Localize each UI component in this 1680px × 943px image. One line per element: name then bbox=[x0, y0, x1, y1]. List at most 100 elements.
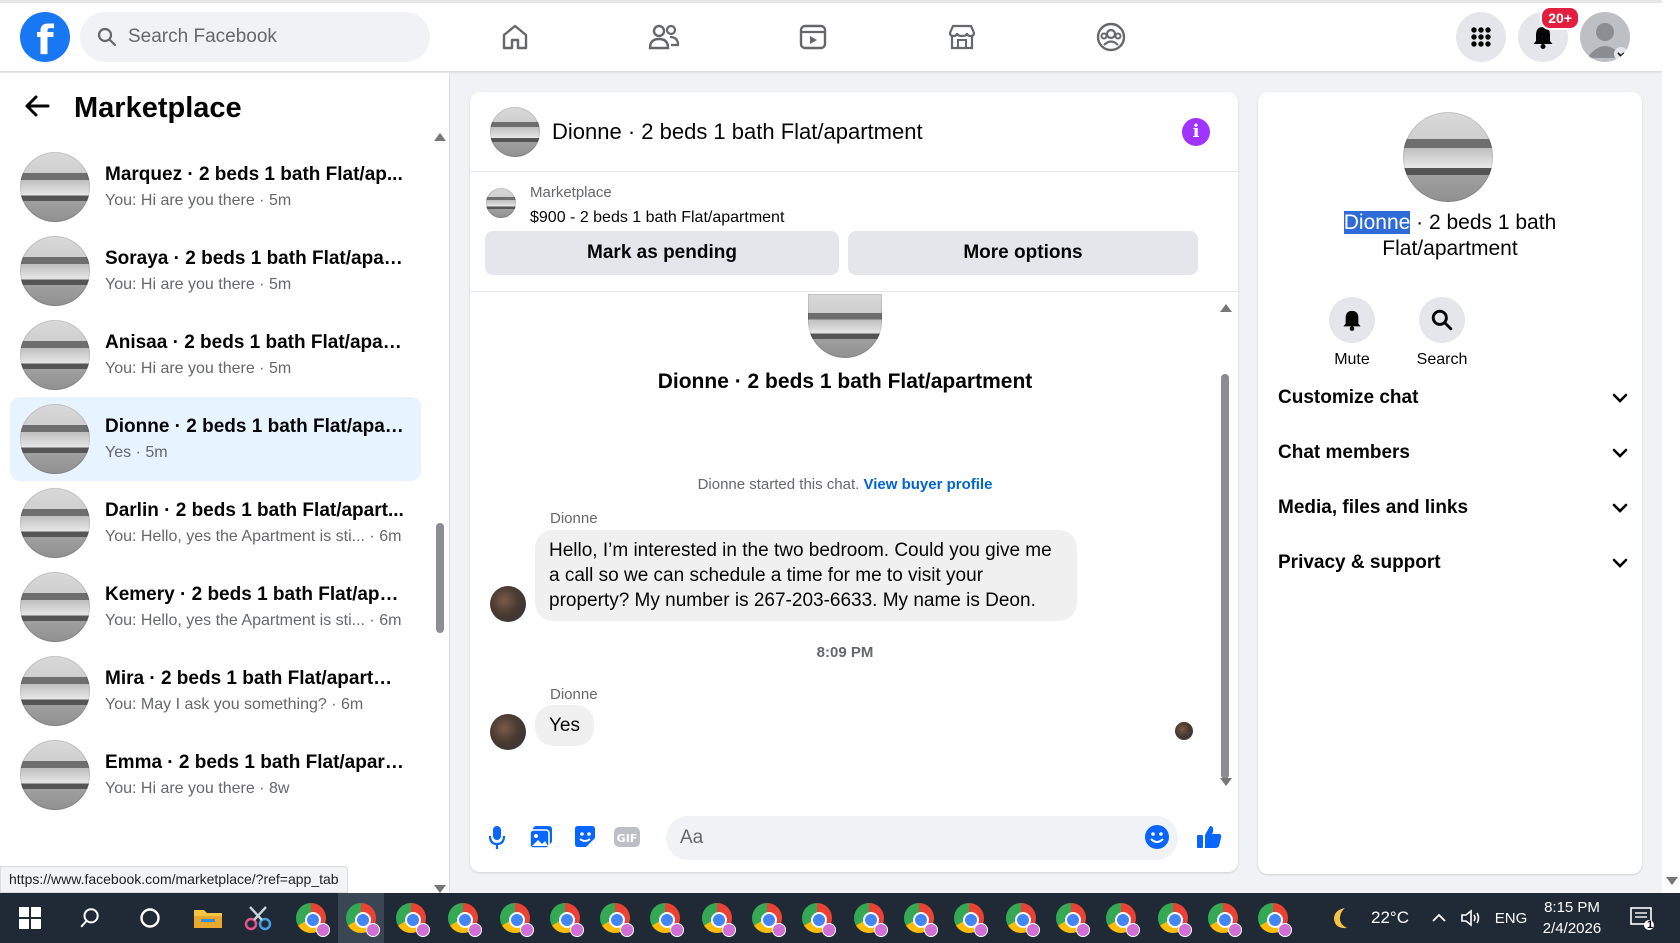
mark-as-pending-button[interactable]: Mark as pending bbox=[485, 231, 839, 275]
photo-icon[interactable] bbox=[526, 822, 556, 852]
conversation-avatar bbox=[20, 656, 90, 726]
file-explorer-icon[interactable] bbox=[188, 893, 228, 943]
chrome-taskbar-icon[interactable] bbox=[338, 893, 384, 943]
conversation-item[interactable]: Soraya · 2 beds 1 bath Flat/apart... You:… bbox=[10, 229, 421, 313]
sender-avatar[interactable] bbox=[490, 586, 526, 622]
gif-icon[interactable]: GIF bbox=[612, 822, 642, 852]
chrome-taskbar-icon[interactable] bbox=[694, 893, 740, 943]
message-timestamp: 8:09 PM bbox=[816, 644, 874, 661]
sidebar-title: Marketplace bbox=[74, 91, 242, 124]
view-buyer-profile-link[interactable]: View buyer profile bbox=[864, 476, 993, 493]
conversation-name: Soraya · 2 beds 1 bath Flat/apart... bbox=[105, 248, 405, 269]
chat-title[interactable]: Dionne · 2 beds 1 bath Flat/apartment bbox=[552, 119, 923, 145]
conversation-item[interactable]: Darlin · 2 beds 1 bath Flat/apart... You:… bbox=[10, 481, 421, 565]
more-options-button[interactable]: More options bbox=[848, 231, 1198, 275]
svg-text:GIF: GIF bbox=[617, 832, 638, 845]
chrome-taskbar-icon[interactable] bbox=[998, 893, 1044, 943]
taskbar-search-icon[interactable] bbox=[72, 893, 108, 943]
search-in-chat-button[interactable]: Search bbox=[1402, 297, 1482, 369]
chrome-taskbar-icon[interactable] bbox=[492, 893, 538, 943]
friends-icon[interactable] bbox=[629, 14, 699, 60]
mute-label: Mute bbox=[1334, 351, 1370, 368]
privacy-support-row[interactable]: Privacy & support bbox=[1278, 543, 1628, 583]
chevron-up-icon[interactable] bbox=[1428, 893, 1450, 943]
chrome-taskbar-icon[interactable] bbox=[794, 893, 840, 943]
microphone-icon[interactable] bbox=[482, 822, 512, 852]
top-bar: f Search Facebook 20+ bbox=[0, 0, 1662, 72]
conversation-preview: You: Hi are you there · 5m bbox=[105, 192, 292, 209]
media-files-links-row[interactable]: Media, files and links bbox=[1278, 488, 1628, 528]
weather-temp[interactable]: 22°C bbox=[1360, 893, 1420, 943]
account-avatar[interactable] bbox=[1580, 12, 1630, 62]
conversation-item[interactable]: Mira · 2 beds 1 bath Flat/apartm... You: … bbox=[10, 649, 421, 733]
action-center-icon[interactable]: 1 bbox=[1622, 893, 1662, 943]
groups-icon[interactable] bbox=[1076, 14, 1146, 60]
chrome-taskbar-icon[interactable] bbox=[946, 893, 992, 943]
chrome-taskbar-icon[interactable] bbox=[592, 893, 638, 943]
chrome-taskbar-icon[interactable] bbox=[388, 893, 434, 943]
sticker-icon[interactable] bbox=[570, 822, 600, 852]
conversation-item[interactable]: Kemery · 2 beds 1 bath Flat/apar... You: … bbox=[10, 565, 421, 649]
mute-bell-icon bbox=[1329, 297, 1375, 343]
conversation-avatar bbox=[20, 152, 90, 222]
conversation-preview: You: Hi are you there · 8w bbox=[105, 780, 290, 797]
facebook-logo-icon[interactable]: f bbox=[20, 12, 70, 62]
selected-name[interactable]: Dionne bbox=[1343, 211, 1411, 234]
chat-scrollbar[interactable] bbox=[1220, 304, 1232, 786]
language-indicator[interactable]: ENG bbox=[1490, 893, 1532, 943]
volume-icon[interactable] bbox=[1458, 893, 1484, 943]
chrome-taskbar-icon[interactable] bbox=[846, 893, 892, 943]
cortana-icon[interactable] bbox=[132, 893, 168, 943]
message-input[interactable]: Aa bbox=[666, 816, 1178, 860]
conversation-preview: Yes · 5m bbox=[105, 444, 168, 461]
sidebar-scrollbar[interactable] bbox=[434, 133, 446, 893]
windows-start-icon[interactable] bbox=[12, 893, 48, 943]
chrome-taskbar-icon[interactable] bbox=[1098, 893, 1144, 943]
snipping-tool-icon[interactable] bbox=[238, 893, 278, 943]
chat-members-row[interactable]: Chat members bbox=[1278, 433, 1628, 473]
chevron-down-icon bbox=[1612, 387, 1628, 409]
chrome-taskbar-icon[interactable] bbox=[1048, 893, 1094, 943]
conversation-item[interactable]: Anisaa · 2 beds 1 bath Flat/apart... You:… bbox=[10, 313, 421, 397]
search-facebook-input[interactable]: Search Facebook bbox=[80, 12, 430, 62]
menu-grid-button[interactable] bbox=[1456, 12, 1506, 62]
marketplace-label: Marketplace bbox=[530, 184, 612, 201]
conversation-item[interactable]: Dionne · 2 beds 1 bath Flat/apar... Yes ·… bbox=[10, 397, 421, 481]
like-thumb-icon[interactable] bbox=[1194, 822, 1224, 852]
marketplace-icon[interactable] bbox=[927, 14, 997, 60]
message-bubble[interactable]: Yes bbox=[535, 705, 594, 746]
chrome-taskbar-icon[interactable] bbox=[440, 893, 486, 943]
back-arrow-icon[interactable] bbox=[24, 95, 50, 122]
conversation-item[interactable]: Emma · 2 beds 1 bath Flat/apart... You: H… bbox=[10, 733, 421, 817]
chat-info-panel: Dionne · 2 beds 1 bath Flat/apartment Mu… bbox=[1258, 92, 1642, 874]
chrome-taskbar-icon[interactable] bbox=[1150, 893, 1196, 943]
notification-badge: 20+ bbox=[1540, 6, 1580, 30]
listing-price[interactable]: $900 - 2 beds 1 bath Flat/apartment bbox=[530, 209, 784, 227]
chrome-taskbar-icon[interactable] bbox=[642, 893, 688, 943]
page-scrollbar[interactable] bbox=[1662, 0, 1680, 893]
chrome-taskbar-icon[interactable] bbox=[1250, 893, 1296, 943]
chrome-taskbar-icon[interactable] bbox=[896, 893, 942, 943]
search-icon bbox=[94, 24, 120, 50]
mute-button[interactable]: Mute bbox=[1312, 297, 1392, 369]
chrome-taskbar-icon[interactable] bbox=[1200, 893, 1246, 943]
notifications-button[interactable]: 20+ bbox=[1518, 6, 1580, 62]
status-url: https://www.facebook.com/marketplace/?re… bbox=[0, 866, 348, 893]
info-icon[interactable]: i bbox=[1182, 118, 1210, 146]
windows-taskbar: 22°C ENG 8:15 PM 2/4/2026 1 bbox=[0, 893, 1680, 943]
message-bubble[interactable]: Hello, I’m interested in the two bedroom… bbox=[535, 530, 1077, 621]
sender-avatar[interactable] bbox=[490, 714, 526, 750]
weather-moon-icon[interactable] bbox=[1324, 893, 1358, 943]
conversation-avatar bbox=[20, 740, 90, 810]
emoji-icon[interactable] bbox=[1142, 822, 1172, 852]
home-icon[interactable] bbox=[480, 14, 550, 60]
chrome-taskbar-icon[interactable] bbox=[542, 893, 588, 943]
chrome-taskbar-icon[interactable] bbox=[744, 893, 790, 943]
customize-chat-row[interactable]: Customize chat bbox=[1278, 378, 1628, 418]
conversation-item[interactable]: Marquez · 2 beds 1 bath Flat/ap... You: H… bbox=[10, 145, 421, 229]
clock[interactable]: 8:15 PM 2/4/2026 bbox=[1540, 893, 1604, 943]
watch-icon[interactable] bbox=[778, 14, 848, 60]
chat-started-notice: Dionne started this chat. View buyer pro… bbox=[470, 476, 1220, 493]
chrome-taskbar-icon[interactable] bbox=[288, 893, 334, 943]
message-sender: Dionne bbox=[550, 686, 598, 703]
